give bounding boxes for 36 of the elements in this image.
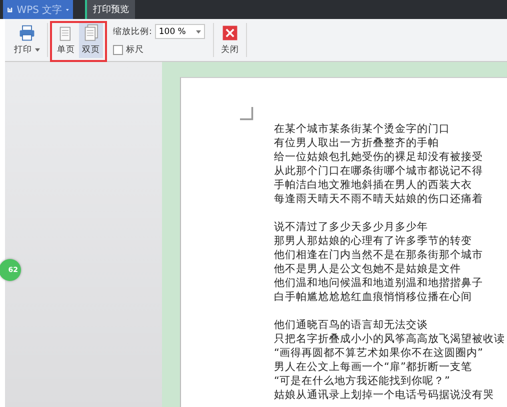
view-mode-button[interactable]: 双页: [79, 22, 103, 58]
poem-line: 从此那个门口在哪条街哪个城市都说记不得: [274, 164, 484, 178]
close-button[interactable]: 关闭: [218, 22, 242, 58]
poem-line: 他们相逢在门内当然不是在那条街那个城市: [274, 248, 484, 262]
app-title: WPS 文字: [16, 4, 62, 16]
poem-line: 给一位姑娘包扎她受伤的裸足却没有被接受: [274, 150, 484, 164]
poem-line: 有位男人取出一方折叠整齐的手帕: [274, 136, 440, 150]
caret-icon: [66, 8, 69, 12]
zoom-label: 缩放比例:: [113, 26, 152, 38]
poem-line: 姑娘从通讯录上划掉一个电话号码据说没有哭: [274, 388, 495, 402]
caret-icon: [196, 30, 201, 34]
poem-line: 只把名字折叠成小小的风筝高高放飞渴望被收读: [274, 332, 506, 346]
ruler-checkbox[interactable]: 标尺: [113, 44, 205, 56]
close-icon: [220, 24, 239, 42]
poem-line: 男人在公文上每画一个“扉”都折断一支笔: [274, 360, 473, 374]
poem-line: 他不是男人是公文包她不是姑娘是文件: [274, 262, 462, 276]
two-pages-icon: [82, 24, 100, 42]
poem-line: 他们温和地问候温和地道别温和地揩揩鼻子: [274, 276, 484, 290]
highlight-frame: [50, 21, 107, 62]
poem-line: “画得再圆都不算艺术如果你不在这圆圈内”: [274, 346, 484, 360]
caret-icon: [35, 48, 40, 52]
poem-line: 在某个城市某条街某个烫金字的门口: [274, 122, 451, 136]
document-tab[interactable]: 打印预览: [85, 0, 135, 19]
poem-line: 手帕洁白地文雅地斜插在男人的西装大衣: [274, 178, 473, 192]
logo-icon: [7, 4, 13, 14]
printer-icon: [18, 24, 36, 42]
zoom-select[interactable]: 100 %: [154, 24, 205, 39]
poem-line: 他们通晓百鸟的语言却无法交谈: [274, 318, 429, 332]
poem-line: 每逢雨天晴天不雨不晴天姑娘的伤口还痛着: [274, 192, 484, 206]
margin-corner-mark: [240, 107, 254, 121]
poem-line: 那男人那姑娘的心理有了许多季节的转变: [274, 234, 473, 248]
poem-line: “可是在什么地方我还能找到你呢？”: [274, 374, 451, 388]
view-mode-button[interactable]: 单页: [54, 22, 78, 58]
print-button[interactable]: 打印: [11, 22, 43, 58]
poem-line: 白手帕尴尬尬尬红血痕悄悄移位播在心间: [274, 290, 473, 304]
poem-line: 说不清过了多少天多少月多少年: [274, 220, 429, 234]
